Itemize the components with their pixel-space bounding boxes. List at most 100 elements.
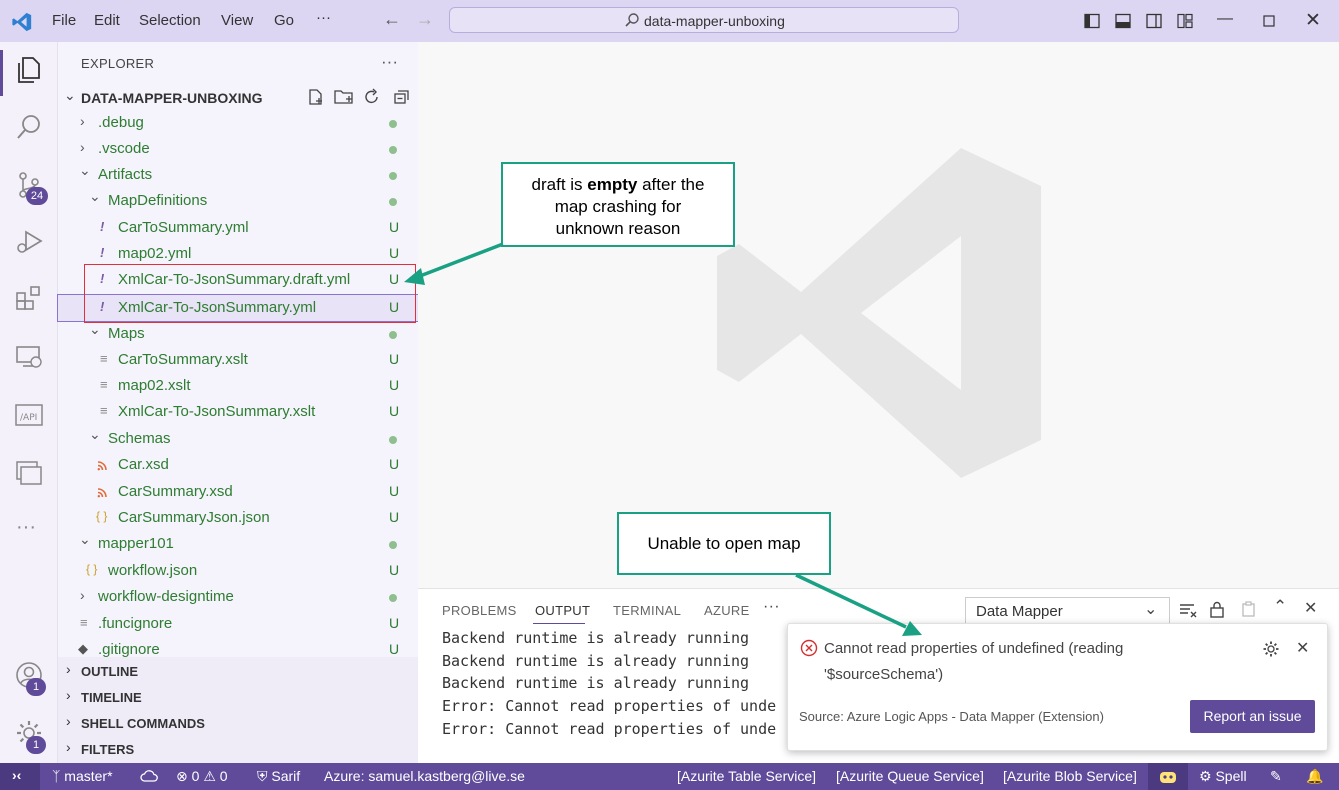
tree-item-xmlcar-xslt[interactable]: ≡ XmlCar-To-JsonSummary.xslt U: [58, 399, 418, 425]
section-outline[interactable]: › OUTLINE: [58, 658, 418, 684]
tree-item-gitignore[interactable]: ◆ .gitignore U: [58, 637, 418, 657]
copilot-indicator[interactable]: [1148, 763, 1188, 790]
sync-cloud-icon[interactable]: [140, 769, 158, 784]
section-label: TIMELINE: [81, 690, 142, 705]
feedback-icon[interactable]: ✎: [1270, 768, 1282, 785]
tree-item-maps[interactable]: ⌄ Maps: [58, 321, 418, 347]
tree-item-car-xsd[interactable]: Car.xsd U: [58, 452, 418, 478]
modified-dot-icon: [389, 541, 397, 549]
output-line: Error: Cannot read properties of unde: [442, 697, 777, 715]
lock-scroll-icon[interactable]: [1209, 601, 1225, 618]
tree-item-funcignore[interactable]: ≡ .funcignore U: [58, 611, 418, 637]
close-window-icon[interactable]: ✕: [1305, 9, 1321, 32]
tree-item-workflow-designtime[interactable]: › workflow-designtime: [58, 584, 418, 610]
problems-indicator[interactable]: ⊗ 0 ⚠ 0: [176, 768, 228, 785]
branch-indicator[interactable]: ᛉ master*: [52, 768, 113, 784]
api-center-icon[interactable]: /API: [14, 400, 44, 430]
activity-bar: 24 /API ··· 1 1: [0, 42, 58, 763]
panels-stack-icon[interactable]: [14, 458, 44, 488]
menu-go[interactable]: Go: [274, 12, 294, 29]
report-issue-button[interactable]: Report an issue: [1190, 700, 1315, 733]
menu-selection[interactable]: Selection: [139, 12, 201, 29]
vscode-logo-icon: [12, 12, 32, 32]
sarif-indicator[interactable]: ⛨ Sarif: [257, 768, 300, 785]
close-notification-icon[interactable]: ✕: [1296, 638, 1309, 658]
tree-item-cartosummary-xslt[interactable]: ≡ CarToSummary.xslt U: [58, 347, 418, 373]
toggle-panel-icon[interactable]: [1115, 13, 1131, 29]
remote-explorer-icon[interactable]: [14, 342, 44, 372]
azurite-queue-service[interactable]: [Azurite Queue Service]: [836, 768, 984, 784]
panel-more-icon[interactable]: ···: [763, 598, 780, 616]
notification-source: Source: Azure Logic Apps - Data Mapper (…: [799, 709, 1104, 724]
tree-item-map02-xslt[interactable]: ≡ map02.xslt U: [58, 373, 418, 399]
tree-item-debug[interactable]: › .debug: [58, 110, 418, 136]
tree-item-artifacts[interactable]: ⌄ Artifacts: [58, 162, 418, 188]
tree-item-cartosummary-yml[interactable]: ! CarToSummary.yml U: [58, 215, 418, 241]
chevron-down-icon: ⌄: [64, 87, 76, 103]
back-arrow-icon[interactable]: ←: [383, 9, 401, 30]
extensions-icon[interactable]: [14, 284, 44, 314]
spell-indicator[interactable]: ⚙ Spell: [1199, 768, 1247, 785]
section-filters[interactable]: › FILTERS: [58, 736, 418, 762]
search-view-icon[interactable]: [14, 112, 44, 142]
tab-problems[interactable]: PROBLEMS: [442, 603, 517, 618]
annotation-text: draft is: [531, 175, 588, 194]
close-panel-icon[interactable]: ✕: [1304, 598, 1317, 618]
maximize-panel-icon[interactable]: ⌃: [1273, 597, 1287, 617]
tab-output[interactable]: OUTPUT: [535, 603, 590, 618]
open-output-editor-icon[interactable]: [1240, 600, 1258, 618]
explorer-title: EXPLORER: [81, 56, 155, 71]
new-folder-icon[interactable]: [334, 88, 354, 106]
output-channel-select[interactable]: Data Mapper ⌄: [965, 597, 1170, 625]
tree-item-carsummaryjson-json[interactable]: { } CarSummaryJson.json U: [58, 505, 418, 531]
tree-item-label: .funcignore: [98, 615, 173, 632]
explorer-more-icon[interactable]: ···: [381, 52, 398, 72]
tree-item-mapper101[interactable]: ⌄ mapper101: [58, 531, 418, 557]
untracked-badge: U: [389, 219, 400, 235]
run-debug-icon[interactable]: [14, 226, 44, 256]
json-file-icon: { }: [86, 562, 98, 576]
notifications-bell-icon[interactable]: 🔔: [1306, 768, 1323, 785]
toggle-secondary-sidebar-icon[interactable]: [1146, 13, 1162, 29]
section-shell-commands[interactable]: › SHELL COMMANDS: [58, 710, 418, 736]
azurite-table-service[interactable]: [Azurite Table Service]: [677, 768, 816, 784]
explorer-files-icon[interactable]: [14, 54, 44, 84]
tree-item-mapdefinitions[interactable]: ⌄ MapDefinitions: [58, 188, 418, 214]
forward-arrow-icon[interactable]: →: [416, 9, 434, 30]
chevron-down-icon: ⌄: [89, 188, 101, 204]
azure-account[interactable]: Azure: samuel.kastberg@live.se: [324, 768, 525, 784]
section-timeline[interactable]: › TIMELINE: [58, 684, 418, 710]
untracked-badge: U: [389, 509, 400, 525]
toggle-primary-sidebar-icon[interactable]: [1084, 13, 1100, 29]
gear-spell-icon: ⚙: [1199, 768, 1212, 784]
tree-item-workflow-json[interactable]: { } workflow.json U: [58, 558, 418, 584]
tab-terminal[interactable]: TERMINAL: [613, 603, 681, 618]
tree-item-schemas[interactable]: ⌄ Schemas: [58, 426, 418, 452]
azurite-blob-service[interactable]: [Azurite Blob Service]: [1003, 768, 1137, 784]
tree-item-carsummary-xsd[interactable]: CarSummary.xsd U: [58, 479, 418, 505]
tab-azure[interactable]: AZURE: [704, 603, 750, 618]
new-file-icon[interactable]: [306, 88, 324, 106]
menu-more[interactable]: ···: [316, 9, 331, 26]
gear-icon[interactable]: [1262, 640, 1280, 658]
refresh-explorer-icon[interactable]: [363, 88, 381, 106]
maximize-icon[interactable]: [1263, 15, 1275, 27]
git-branch-icon: ᛉ: [52, 768, 61, 784]
clear-output-icon[interactable]: [1179, 602, 1197, 618]
minimize-icon[interactable]: —: [1217, 10, 1233, 28]
menu-file[interactable]: File: [52, 12, 76, 29]
error-circle-icon: [800, 639, 818, 657]
workspace-root-header[interactable]: ⌄ DATA-MAPPER-UNBOXING: [58, 84, 418, 110]
menu-view[interactable]: View: [221, 12, 253, 29]
remote-indicator[interactable]: ›‹: [0, 763, 40, 790]
modified-dot-icon: [389, 331, 397, 339]
tree-item-vscode[interactable]: › .vscode: [58, 136, 418, 162]
chevron-right-icon: ›: [66, 713, 71, 729]
menu-edit[interactable]: Edit: [94, 12, 120, 29]
active-indicator: [0, 50, 3, 96]
xsd-file-icon: [97, 488, 107, 498]
customize-layout-icon[interactable]: [1177, 13, 1193, 29]
command-center-search[interactable]: data-mapper-unboxing: [449, 7, 959, 33]
collapse-folders-icon[interactable]: [392, 88, 410, 106]
more-views-icon[interactable]: ···: [16, 516, 36, 539]
